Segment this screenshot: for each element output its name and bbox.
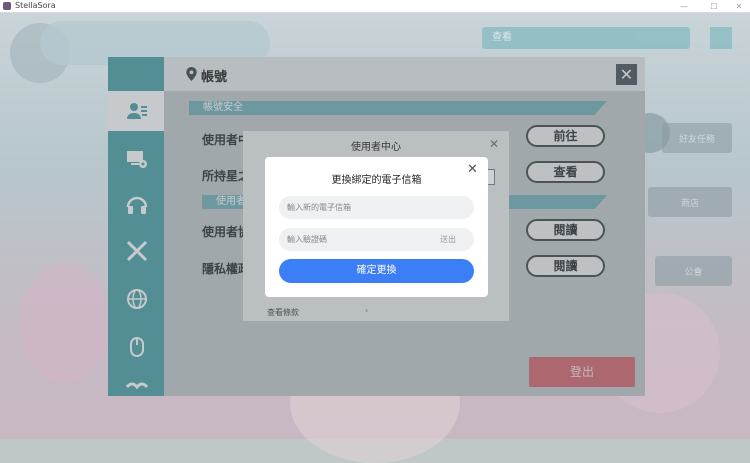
close-window-button[interactable]: ✕: [725, 0, 750, 12]
bg-side-button: 好友任務: [662, 123, 732, 153]
bg-close-icon: [710, 27, 732, 49]
send-code-button[interactable]: 送出: [440, 228, 456, 251]
change-email-dialog: 更換綁定的電子信箱 ✕ 輸入新的電子信箱 輸入驗證碼 送出 確定更換: [265, 157, 488, 297]
change-email-title: 更換綁定的電子信箱: [331, 175, 422, 186]
bg-decoration: [20, 263, 110, 383]
verification-code-input[interactable]: 輸入驗證碼 送出: [279, 228, 474, 251]
app-icon: [3, 2, 11, 10]
bg-side-button: 公會: [655, 256, 732, 286]
maximize-button[interactable]: ☐: [700, 0, 728, 12]
verification-code-placeholder: 輸入驗證碼: [287, 235, 327, 244]
change-email-close-icon[interactable]: ✕: [467, 162, 478, 177]
window-title: StellaSora: [15, 1, 56, 10]
new-email-placeholder: 輸入新的電子信箱: [287, 203, 351, 212]
new-email-input[interactable]: 輸入新的電子信箱: [279, 196, 474, 219]
window-titlebar: StellaSora — ☐ ✕: [0, 0, 750, 13]
bg-side-button: 商店: [648, 187, 732, 217]
minimize-button[interactable]: —: [670, 0, 698, 12]
bg-search-bar: 查看: [482, 27, 690, 49]
confirm-change-button[interactable]: 確定更換: [279, 259, 474, 283]
